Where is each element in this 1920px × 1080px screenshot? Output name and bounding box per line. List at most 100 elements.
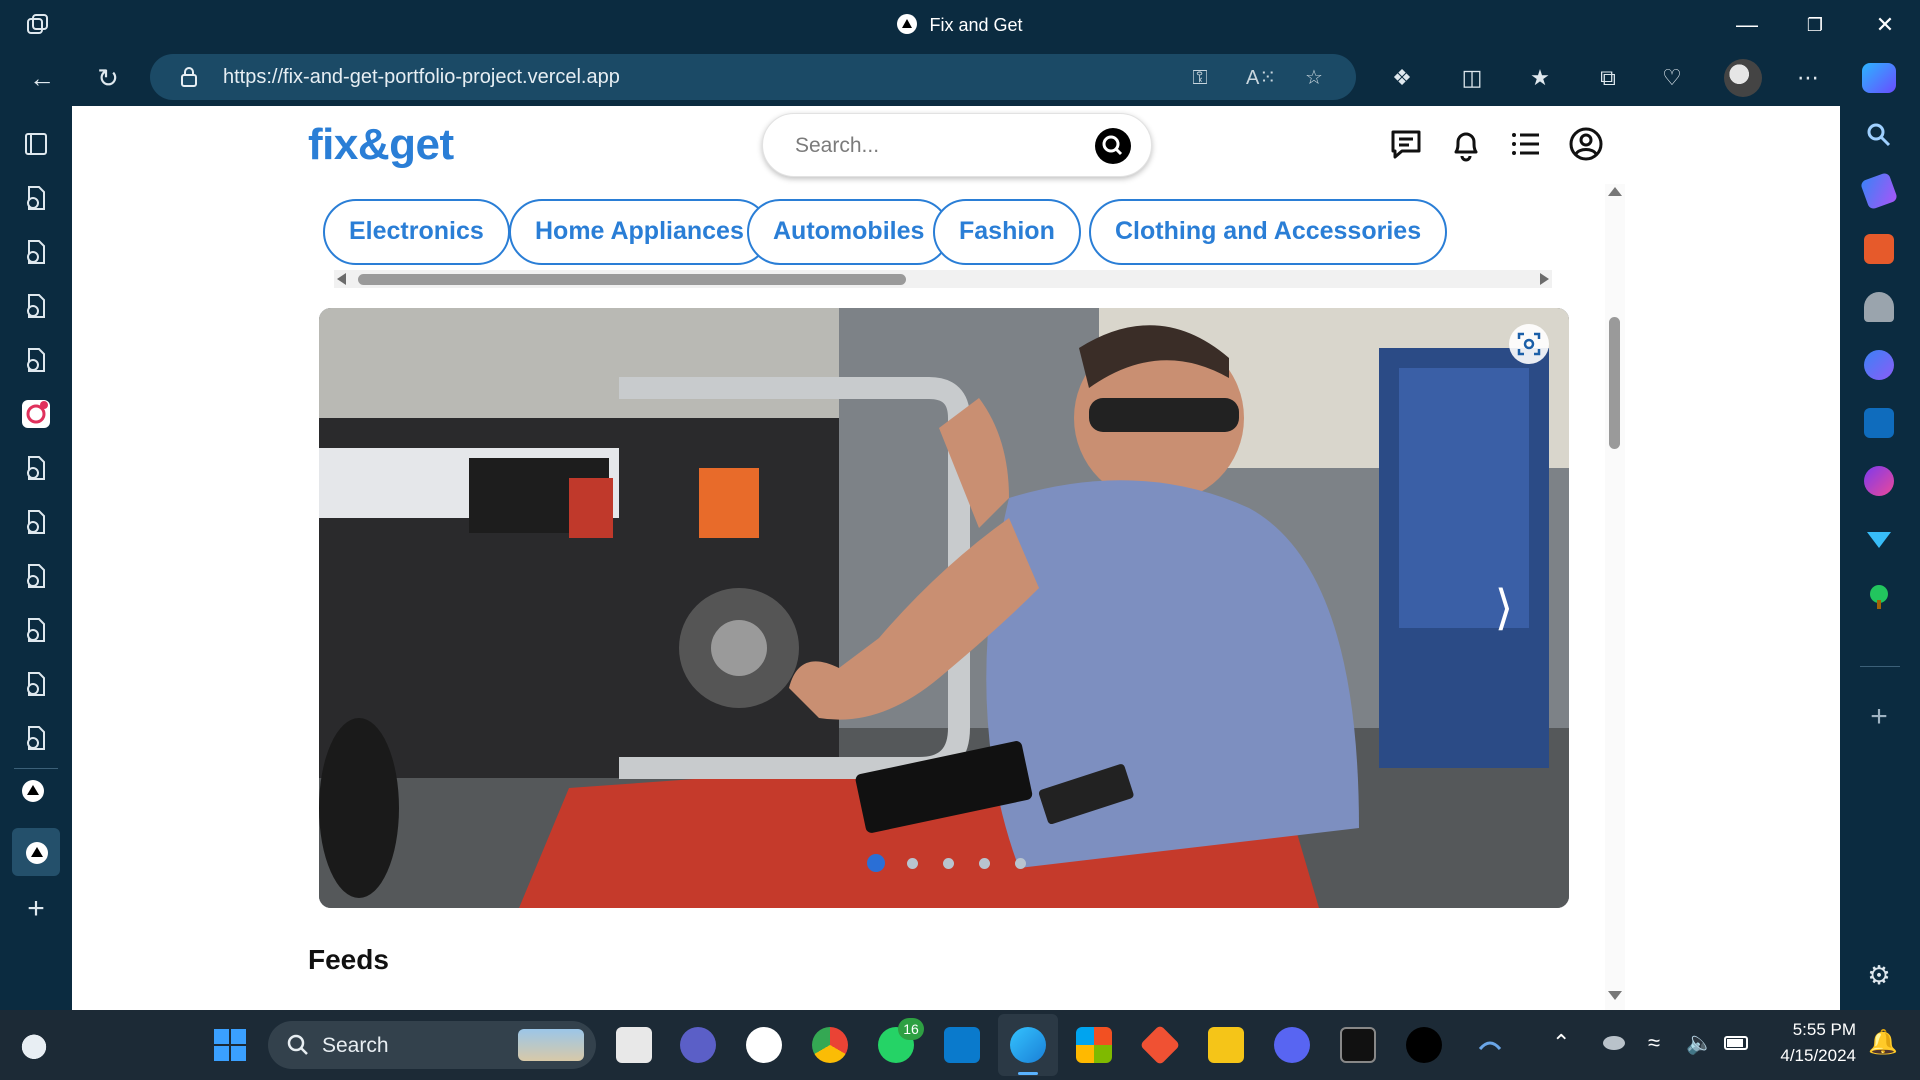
scroll-left-icon[interactable] — [337, 273, 346, 285]
url-text[interactable]: https://fix-and-get-portfolio-project.ve… — [223, 66, 620, 89]
site-tab-icon[interactable] — [22, 780, 50, 808]
pdf-tab-icon[interactable] — [22, 508, 50, 536]
page-scroll-thumb[interactable] — [1609, 317, 1620, 449]
carousel-dot-5[interactable] — [1015, 858, 1026, 869]
refresh-button[interactable]: ↻ — [88, 60, 128, 96]
edge-icon[interactable] — [1010, 1027, 1046, 1063]
carousel-dot-2[interactable] — [907, 858, 918, 869]
pdf-tab-icon[interactable] — [22, 184, 50, 212]
microsoft-store-icon[interactable] — [1076, 1027, 1112, 1063]
notifications-bell-icon[interactable]: 🔔 — [1868, 1028, 1898, 1057]
pdf-tab-icon[interactable] — [22, 562, 50, 590]
file-explorer-icon[interactable] — [1208, 1027, 1244, 1063]
bell-icon[interactable] — [1446, 124, 1486, 164]
profile-avatar[interactable] — [1724, 59, 1762, 97]
pdf-tab-icon[interactable] — [22, 724, 50, 752]
weather-icon[interactable] — [16, 1027, 52, 1063]
microsoft-365-icon[interactable] — [1864, 350, 1894, 380]
discord-icon[interactable] — [1274, 1027, 1310, 1063]
designer-icon[interactable] — [1864, 466, 1894, 496]
category-automobiles[interactable]: Automobiles — [747, 199, 951, 265]
active-tab-title[interactable]: Fix and Get — [0, 14, 1920, 36]
category-scroll-thumb[interactable] — [358, 274, 906, 285]
category-electronics[interactable]: Electronics — [323, 199, 510, 265]
scroll-up-icon[interactable] — [1608, 187, 1622, 196]
more-icon[interactable]: ⋯ — [1792, 62, 1824, 94]
taskbar-search[interactable]: Search — [268, 1021, 596, 1069]
carousel-dot-1[interactable] — [867, 854, 885, 872]
back-button[interactable]: ← — [22, 60, 62, 96]
add-sidebar-app-icon[interactable]: + — [1864, 702, 1894, 732]
search-button[interactable] — [1095, 128, 1131, 164]
address-bar[interactable]: https://fix-and-get-portfolio-project.ve… — [150, 54, 1356, 100]
carousel-dot-3[interactable] — [943, 858, 954, 869]
show-hidden-icons-icon[interactable]: ⌃ — [1552, 1030, 1570, 1056]
onedrive-icon[interactable] — [1600, 1027, 1628, 1063]
task-view-icon[interactable] — [616, 1027, 652, 1063]
lock-icon[interactable] — [178, 66, 200, 88]
category-scrollbar[interactable] — [334, 270, 1552, 288]
volume-icon[interactable]: 🔈 — [1686, 1030, 1713, 1056]
extensions-icon[interactable]: ❖ — [1386, 62, 1418, 94]
pdf-tab-icon[interactable] — [22, 292, 50, 320]
password-key-icon[interactable]: ⚿ — [1186, 64, 1214, 92]
scroll-down-icon[interactable] — [1608, 991, 1622, 1000]
terminal-icon[interactable] — [1340, 1027, 1376, 1063]
chat-icon[interactable] — [1386, 124, 1426, 164]
app-tab-icon[interactable] — [22, 400, 50, 428]
category-fashion[interactable]: Fashion — [933, 199, 1081, 265]
hero-carousel[interactable]: ⟩ — [319, 308, 1569, 908]
windows-start-icon[interactable] — [212, 1027, 248, 1063]
scroll-right-icon[interactable] — [1540, 273, 1549, 285]
sidebar-settings-icon[interactable]: ⚙ — [1864, 960, 1894, 990]
wifi-icon[interactable]: ≈ — [1648, 1030, 1660, 1056]
account-icon[interactable] — [1566, 124, 1606, 164]
app-store-icon[interactable] — [746, 1027, 782, 1063]
read-aloud-icon[interactable]: A⁙ — [1246, 64, 1276, 92]
pdf-tab-icon[interactable] — [22, 346, 50, 374]
pdf-tab-icon[interactable] — [22, 238, 50, 266]
minimize-button[interactable]: — — [1724, 8, 1770, 42]
drop-icon[interactable] — [1864, 524, 1894, 554]
category-home-appliances[interactable]: Home Appliances — [509, 199, 770, 265]
split-screen-icon[interactable]: ◫ — [1456, 62, 1488, 94]
pdf-tab-icon[interactable] — [22, 616, 50, 644]
favorites-icon[interactable]: ★ — [1524, 62, 1556, 94]
pdf-tab-icon[interactable] — [22, 454, 50, 482]
chrome-icon[interactable] — [812, 1027, 848, 1063]
page-scrollbar[interactable] — [1605, 184, 1625, 1010]
copilot-icon[interactable] — [1862, 63, 1896, 93]
teams-icon[interactable] — [680, 1027, 716, 1063]
carousel-dot-4[interactable] — [979, 858, 990, 869]
collections-icon[interactable]: ⧉ — [1592, 62, 1624, 94]
git-icon[interactable] — [1139, 1024, 1181, 1066]
tools-icon[interactable] — [1864, 234, 1894, 264]
search-input[interactable]: Search... — [762, 113, 1152, 177]
new-tab-icon[interactable]: + — [22, 894, 50, 924]
shopping-tag-icon[interactable] — [1859, 171, 1899, 211]
search-icon[interactable] — [1864, 120, 1894, 150]
restore-button[interactable]: ❐ — [1792, 8, 1838, 42]
clock-time[interactable]: 5:55 PM — [1760, 1020, 1856, 1040]
tree-icon[interactable] — [1864, 582, 1894, 612]
battery-icon[interactable] — [1724, 1036, 1748, 1050]
taskbar-search-label: Search — [322, 1034, 389, 1057]
site-logo[interactable]: fix&get — [308, 120, 454, 170]
pdf-tab-icon[interactable] — [22, 670, 50, 698]
favorite-star-icon[interactable]: ☆ — [1300, 64, 1328, 92]
visual-search-icon[interactable] — [1509, 324, 1549, 364]
mouse-utility-icon[interactable] — [1472, 1027, 1508, 1063]
tiktok-icon[interactable] — [1406, 1027, 1442, 1063]
close-window-button[interactable]: ✕ — [1862, 8, 1908, 42]
vscode-icon[interactable] — [944, 1027, 980, 1063]
carousel-next-icon[interactable]: ⟩ — [1489, 584, 1519, 634]
browser-title-bar: Fix and Get — ❐ ✕ — [0, 0, 1920, 50]
games-icon[interactable] — [1864, 292, 1894, 322]
clock-date[interactable]: 4/15/2024 — [1760, 1046, 1856, 1066]
browser-essentials-icon[interactable]: ♡ — [1656, 62, 1688, 94]
category-clothing-and-accessories[interactable]: Clothing and Accessories — [1089, 199, 1448, 265]
outlook-icon[interactable] — [1864, 408, 1894, 438]
list-icon[interactable] — [1506, 124, 1546, 164]
active-site-tab-icon[interactable] — [12, 828, 60, 876]
tab-actions-icon[interactable] — [22, 130, 50, 158]
